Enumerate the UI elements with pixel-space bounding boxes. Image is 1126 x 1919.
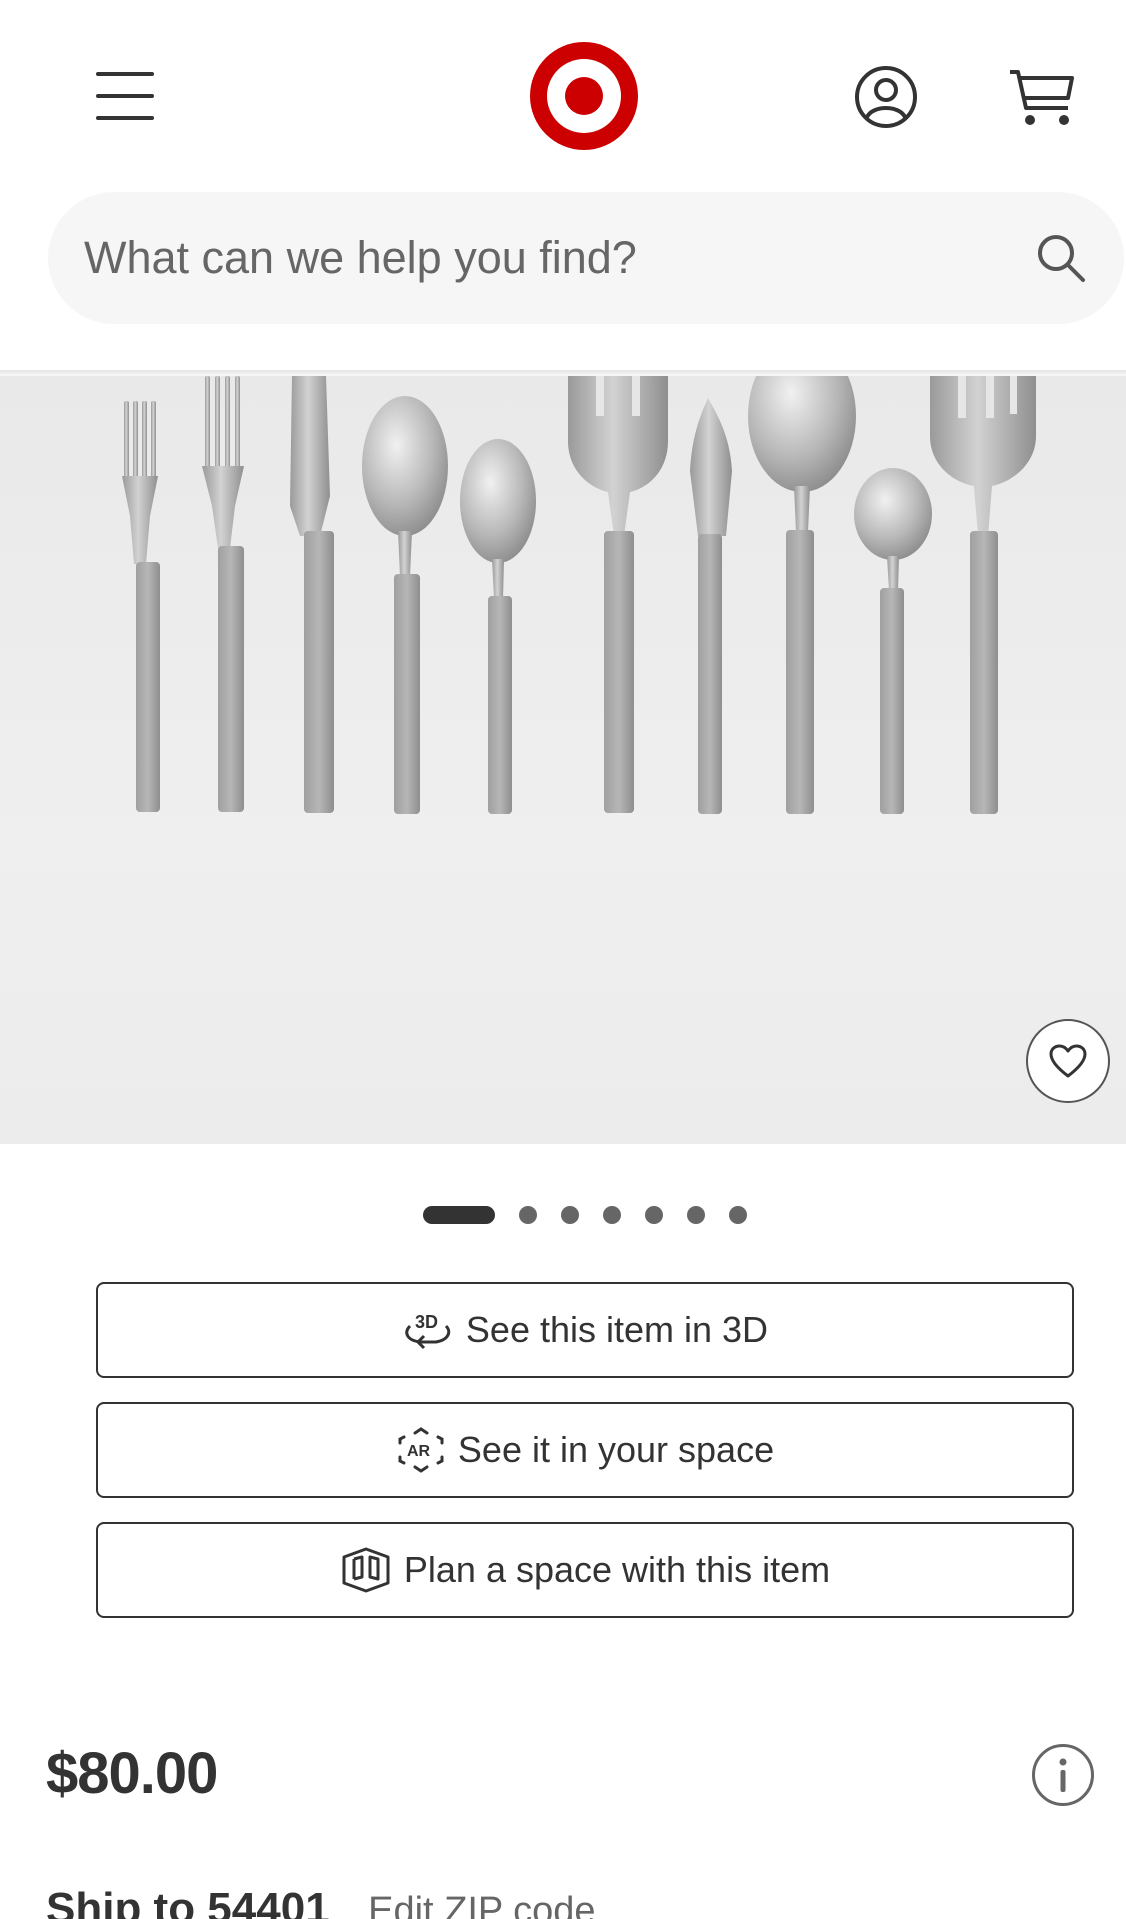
carousel-indicator <box>0 1203 1126 1227</box>
carousel-dot[interactable] <box>561 1206 579 1224</box>
carousel-dot[interactable] <box>603 1206 621 1224</box>
carousel-dot[interactable] <box>645 1206 663 1224</box>
plan-a-space-button[interactable]: Plan a space with this item <box>96 1522 1074 1618</box>
account-icon <box>855 66 917 128</box>
room-planner-icon <box>342 1547 390 1593</box>
search-icon[interactable] <box>1035 232 1087 284</box>
carousel-dot-active[interactable] <box>423 1206 495 1224</box>
account-button[interactable] <box>853 64 919 130</box>
target-bullseye-logo[interactable] <box>530 42 638 150</box>
plan-a-space-label: Plan a space with this item <box>403 1549 831 1590</box>
info-icon <box>1059 1758 1067 1792</box>
svg-text:3D: 3D <box>415 1312 438 1332</box>
ar-icon: AR <box>398 1427 444 1473</box>
edit-zip-link[interactable]: Edit ZIP code <box>368 1890 595 1919</box>
product-price: $80.00 <box>46 1741 218 1806</box>
ship-to-label: Ship to 54401 <box>46 1884 330 1919</box>
svg-text:AR: AR <box>407 1443 431 1460</box>
search-bar <box>48 192 1124 324</box>
top-header <box>0 0 1126 190</box>
price-info-button[interactable] <box>1032 1744 1094 1806</box>
product-image-gallery[interactable] <box>0 376 1126 1144</box>
search-input[interactable] <box>84 222 984 294</box>
see-in-your-space-label: See it in your space <box>457 1429 775 1470</box>
see-in-your-space-button[interactable]: AR See it in your space <box>96 1402 1074 1498</box>
carousel-dot[interactable] <box>687 1206 705 1224</box>
3d-rotate-icon: 3D <box>405 1312 451 1350</box>
hamburger-menu-icon <box>96 72 154 76</box>
see-in-3d-button[interactable]: 3D See this item in 3D <box>96 1282 1074 1378</box>
hamburger-menu-line <box>96 94 154 98</box>
hamburger-menu-line <box>96 116 154 120</box>
carousel-dot[interactable] <box>729 1206 747 1224</box>
menu-button[interactable] <box>92 68 158 124</box>
shipping-row: Ship to 54401 Edit ZIP code <box>46 1884 596 1919</box>
cart-icon <box>1010 70 1074 125</box>
see-in-3d-label: See this item in 3D <box>465 1309 769 1350</box>
cart-button[interactable] <box>1008 64 1078 130</box>
favorite-button[interactable] <box>1026 1019 1110 1103</box>
flatware-set-image <box>122 376 1036 814</box>
heart-icon <box>1049 1044 1087 1078</box>
carousel-dot[interactable] <box>519 1206 537 1224</box>
